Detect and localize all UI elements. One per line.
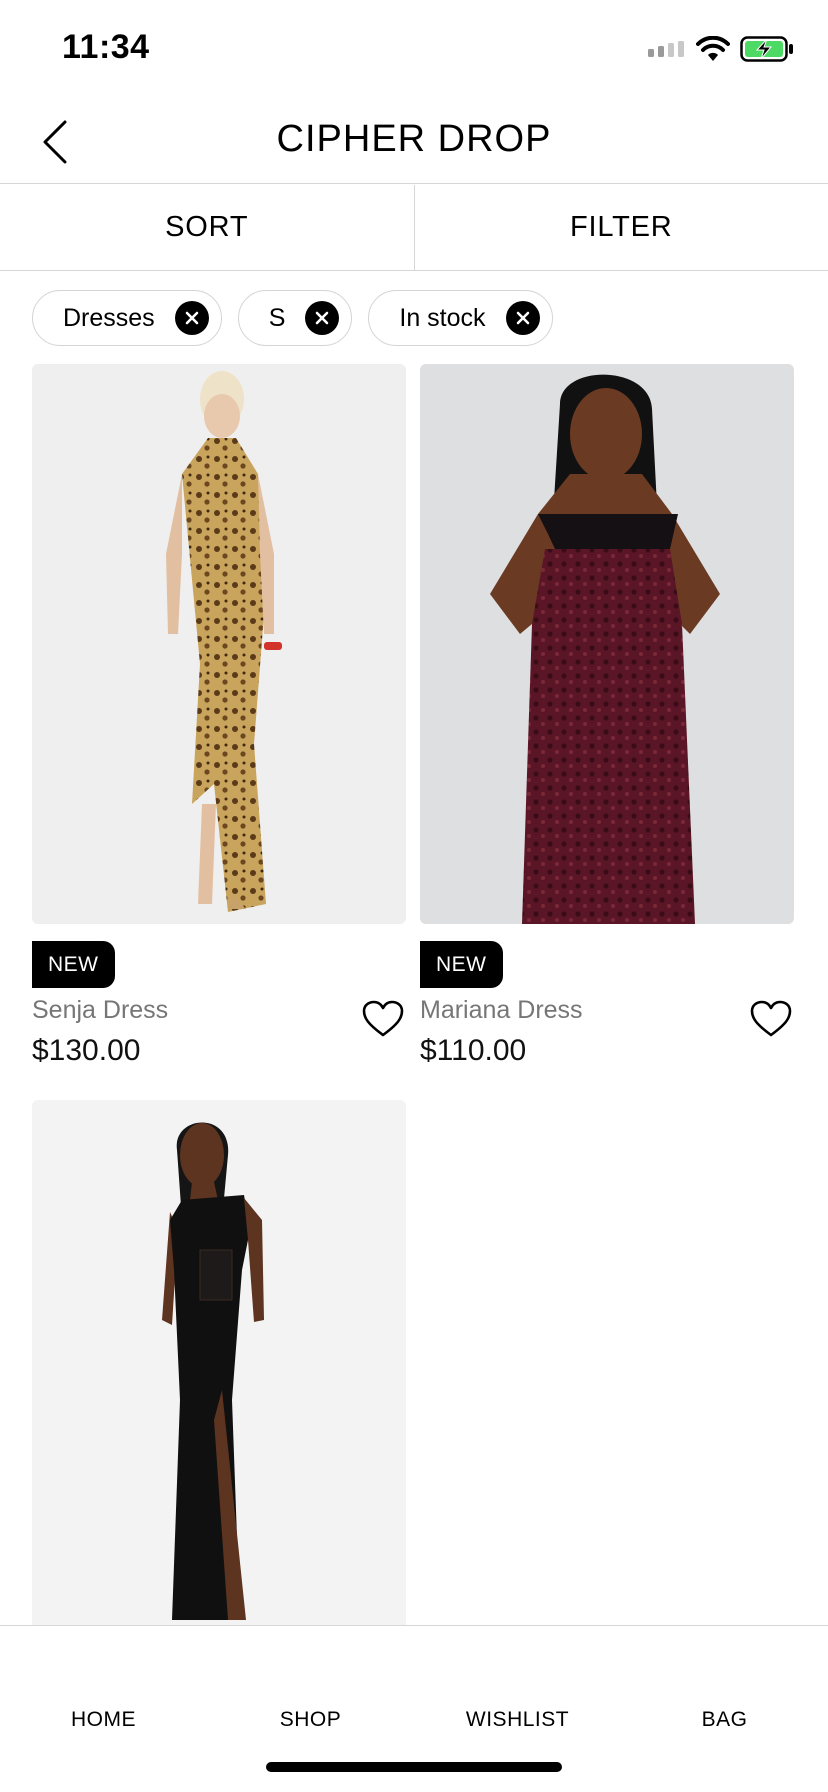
home-indicator	[266, 1762, 562, 1772]
filter-chip-dresses[interactable]: Dresses	[32, 290, 222, 346]
new-badge: NEW	[32, 941, 115, 988]
nav-bag[interactable]: BAG	[621, 1708, 828, 1732]
new-badge: NEW	[420, 941, 503, 988]
cellular-signal-icon	[648, 41, 684, 57]
remove-filter-button[interactable]	[305, 301, 340, 335]
active-filters: Dresses S In stock	[32, 290, 553, 346]
status-icons	[648, 34, 794, 64]
filter-chip-in-stock[interactable]: In stock	[368, 290, 553, 346]
close-icon	[185, 311, 198, 325]
filter-chip-label: Dresses	[63, 303, 155, 332]
leopard-dress-photo	[32, 364, 406, 924]
product-image[interactable]	[32, 364, 406, 924]
product-card[interactable]: NEW Senja Dress $130.00	[32, 364, 406, 1067]
product-name[interactable]: Senja Dress	[32, 996, 168, 1025]
product-card[interactable]: NEW Mariana Dress $110.00	[420, 364, 794, 1067]
product-image[interactable]	[32, 1100, 406, 1630]
filter-chip-label: S	[268, 303, 286, 332]
close-icon	[316, 311, 329, 325]
heart-icon	[362, 1000, 404, 1037]
nav-shop[interactable]: SHOP	[207, 1708, 414, 1732]
filter-chip-size[interactable]: S	[237, 290, 353, 346]
remove-filter-button[interactable]	[174, 301, 209, 335]
sort-filter-bar: SORT FILTER	[0, 185, 828, 271]
product-image[interactable]	[420, 364, 794, 924]
filter-button[interactable]: FILTER	[415, 185, 828, 270]
add-to-wishlist-button[interactable]	[360, 996, 406, 1042]
close-icon	[516, 311, 529, 325]
black-dress-photo	[32, 1100, 406, 1630]
filter-chip-label: In stock	[399, 303, 486, 332]
wifi-icon	[696, 36, 730, 61]
bottom-navigation: HOME SHOP WISHLIST BAG	[0, 1625, 828, 1792]
nav-wishlist[interactable]: WISHLIST	[414, 1708, 621, 1732]
remove-filter-button[interactable]	[505, 301, 540, 335]
status-bar: 11:34	[0, 0, 828, 100]
burgundy-lace-dress-photo	[420, 364, 794, 924]
battery-charging-icon	[740, 36, 793, 62]
status-time: 11:34	[62, 28, 150, 66]
add-to-wishlist-button[interactable]	[748, 996, 794, 1042]
product-card[interactable]	[32, 1100, 406, 1630]
page-title: CIPHER DROP	[276, 118, 552, 160]
page-header: CIPHER DROP	[0, 100, 828, 184]
product-price: $130.00	[32, 1034, 141, 1067]
product-name[interactable]: Mariana Dress	[420, 996, 583, 1025]
nav-home[interactable]: HOME	[0, 1708, 207, 1732]
product-price: $110.00	[420, 1034, 527, 1067]
sort-button[interactable]: SORT	[0, 185, 415, 270]
heart-icon	[750, 1000, 792, 1037]
